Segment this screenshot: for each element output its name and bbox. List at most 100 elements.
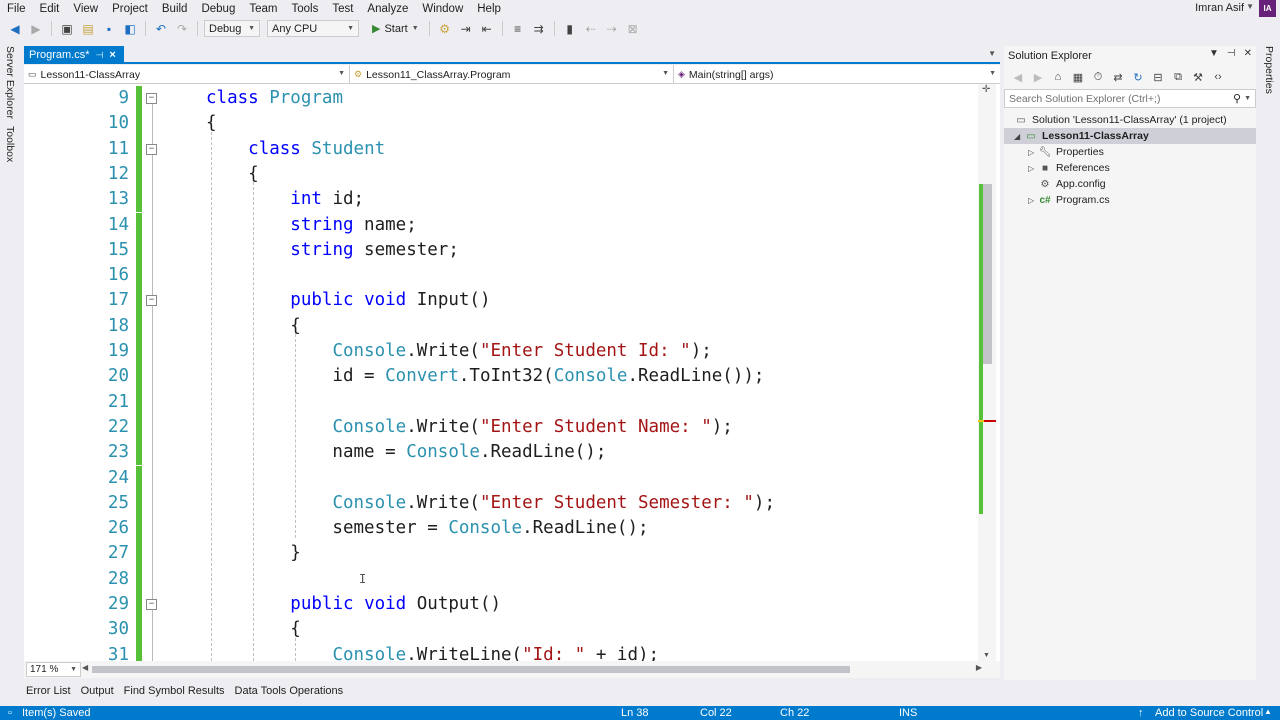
code-line[interactable]: 20 id = Convert.ToInt32(Console.ReadLine… <box>24 364 979 390</box>
menu-item-tools[interactable]: Tools <box>284 3 325 15</box>
back-icon[interactable]: ◀ <box>1010 69 1026 85</box>
zoom-select[interactable]: 171 % ▼ <box>26 662 81 677</box>
scroll-right-icon[interactable]: ▶ <box>976 663 982 672</box>
collapse-arrow-icon[interactable]: ◢ <box>1014 132 1024 141</box>
new-project-icon[interactable]: ▣ <box>58 20 76 38</box>
code-line[interactable]: 12 { <box>24 161 979 188</box>
prev-bookmark-icon[interactable]: ⇠ <box>582 20 600 38</box>
chevron-down-icon[interactable]: ▼ <box>1244 95 1251 102</box>
indent-icon[interactable]: ⇉ <box>530 20 548 38</box>
collapse-icon[interactable]: − <box>146 599 157 610</box>
close-icon[interactable]: ✕ <box>1244 48 1252 59</box>
sync-icon[interactable]: ⇄ <box>1110 69 1126 85</box>
code-line[interactable]: 9 − class Program <box>24 86 979 112</box>
save-icon[interactable]: ▪ <box>100 20 118 38</box>
expand-arrow-icon[interactable]: ▷ <box>1028 196 1038 205</box>
chevron-up-icon[interactable]: ▲ <box>1264 707 1272 716</box>
menu-item-file[interactable]: File <box>0 3 33 15</box>
menu-item-analyze[interactable]: Analyze <box>360 3 415 15</box>
bookmark-icon[interactable]: ▮ <box>561 20 579 38</box>
document-tab[interactable]: Program.cs* ⊣ × <box>24 46 124 64</box>
redo-icon[interactable]: ↷ <box>173 20 191 38</box>
code-line[interactable]: 30 { <box>24 617 979 643</box>
view-code-icon[interactable]: ‹› <box>1210 69 1226 85</box>
menu-item-debug[interactable]: Debug <box>194 3 242 15</box>
chevron-down-icon[interactable]: ▼ <box>1246 2 1254 11</box>
tree-item-properties[interactable]: ▷ 🔧︎ Properties <box>1028 144 1104 160</box>
menu-item-project[interactable]: Project <box>105 3 155 15</box>
avatar[interactable]: IA <box>1259 0 1276 17</box>
switch-views-icon[interactable]: ▦ <box>1070 69 1086 85</box>
scrollbar-thumb[interactable] <box>92 666 850 673</box>
code-line[interactable]: 25 Console.Write("Enter Student Semester… <box>24 490 979 517</box>
code-line[interactable]: 22 Console.Write("Enter Student Name: ")… <box>24 414 979 441</box>
tab-output[interactable]: Output <box>81 685 114 697</box>
collapse-icon[interactable]: − <box>146 93 157 104</box>
toolbox-tab[interactable]: Toolbox <box>4 126 16 162</box>
home-icon[interactable]: ⌂ <box>1050 69 1066 85</box>
tree-item-app-config[interactable]: ⚙ App.config <box>1028 176 1106 192</box>
step-over-icon[interactable]: ⇤ <box>478 20 496 38</box>
menu-item-test[interactable]: Test <box>325 3 360 15</box>
code-line[interactable]: 29 − public void Output() <box>24 592 979 618</box>
server-explorer-tab[interactable]: Server Explorer <box>4 46 16 119</box>
step-icon[interactable]: ⇥ <box>457 20 475 38</box>
expand-arrow-icon[interactable]: ▷ <box>1028 148 1038 157</box>
code-line[interactable]: 26 semester = Console.ReadLine(); <box>24 516 979 542</box>
platform-select[interactable]: Any CPU ▼ <box>267 20 359 37</box>
expand-arrow-icon[interactable]: ▷ <box>1028 164 1038 173</box>
menu-item-team[interactable]: Team <box>242 3 284 15</box>
editor-vertical-scrollbar[interactable]: ✛ ▼ <box>978 84 996 661</box>
tree-item-program-cs[interactable]: ▷ c# Program.cs <box>1028 192 1110 208</box>
menu-item-edit[interactable]: Edit <box>33 3 67 15</box>
solution-explorer-search[interactable]: Search Solution Explorer (Ctrl+;) ⚲ ▼ <box>1004 89 1256 108</box>
tab-data-tools-operations[interactable]: Data Tools Operations <box>235 685 344 697</box>
scroll-down-icon[interactable]: ▼ <box>983 652 990 659</box>
chevron-down-icon[interactable]: ▼ <box>1209 48 1219 59</box>
next-bookmark-icon[interactable]: ⇢ <box>603 20 621 38</box>
format-icon[interactable]: ≡ <box>509 20 527 38</box>
tab-error-list[interactable]: Error List <box>26 685 71 697</box>
menu-item-build[interactable]: Build <box>155 3 195 15</box>
type-dropdown[interactable]: ⚙ Lesson11_ClassArray.Program ▼ <box>350 65 674 84</box>
show-all-files-icon[interactable]: ⧉ <box>1170 69 1186 85</box>
collapse-icon[interactable]: − <box>146 295 157 307</box>
editor-horizontal-scrollbar[interactable]: ◀ ▶ <box>82 663 982 675</box>
scrollbar-thumb[interactable] <box>983 184 992 364</box>
close-icon[interactable]: × <box>109 49 115 61</box>
code-line[interactable]: 10 { <box>24 111 979 137</box>
forward-icon[interactable]: ▶ <box>1030 69 1046 85</box>
code-line[interactable]: 15 string semester; <box>24 237 979 264</box>
menu-item-window[interactable]: Window <box>415 3 470 15</box>
code-line[interactable]: 17 − public void Input() <box>24 288 979 314</box>
upload-icon[interactable]: ↑ <box>1138 707 1144 719</box>
back-icon[interactable]: ◀ <box>6 20 24 38</box>
pin-icon[interactable]: ⊣ <box>1227 48 1236 59</box>
forward-icon[interactable]: ▶ <box>27 20 45 38</box>
solution-config-select[interactable]: Debug ▼ <box>204 20 260 37</box>
code-line[interactable]: 11 − class Student <box>24 136 979 162</box>
save-all-icon[interactable]: ◧ <box>121 20 139 38</box>
user-name[interactable]: Imran Asif <box>1195 2 1244 14</box>
menu-item-help[interactable]: Help <box>470 3 508 15</box>
collapse-icon[interactable]: − <box>146 143 157 155</box>
tree-item-references[interactable]: ▷ ■ References <box>1028 160 1110 176</box>
browser-link-icon[interactable]: ⚙ <box>436 20 454 38</box>
scroll-left-icon[interactable]: ◀ <box>82 663 88 672</box>
project-dropdown[interactable]: ▭ Lesson11-ClassArray ▼ <box>24 65 350 84</box>
tree-item-project[interactable]: ◢ ▭ Lesson11-ClassArray <box>1014 128 1149 144</box>
code-line[interactable]: 31 Console.WriteLine("Id: " + id); <box>24 642 979 661</box>
code-line[interactable]: 18 { <box>24 313 979 339</box>
code-line[interactable]: 27 } <box>24 541 979 567</box>
search-input[interactable]: Search Solution Explorer (Ctrl+;) <box>1009 93 1160 105</box>
open-file-icon[interactable]: ▤ <box>79 20 97 38</box>
tab-find-symbol-results[interactable]: Find Symbol Results <box>124 685 225 697</box>
code-line[interactable]: 24 <box>24 465 979 491</box>
refresh-icon[interactable]: ↻ <box>1130 69 1146 85</box>
clear-bookmarks-icon[interactable]: ⊠ <box>624 20 642 38</box>
collapse-all-icon[interactable]: ⊟ <box>1150 69 1166 85</box>
code-line[interactable]: 16 <box>24 263 979 289</box>
tree-item-solution[interactable]: ▭ Solution 'Lesson11-ClassArray' (1 proj… <box>1014 112 1226 128</box>
add-to-source-control-button[interactable]: Add to Source Control <box>1155 707 1263 719</box>
code-line[interactable]: 21 <box>24 389 979 415</box>
